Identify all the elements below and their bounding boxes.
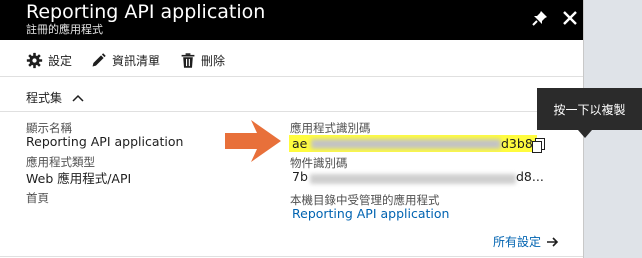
command-bar: 設定 資訊清單 刪除: [0, 44, 583, 77]
blade-title: Reporting API application: [26, 1, 266, 23]
arrow-right-icon: [547, 236, 559, 247]
essentials-divider: [0, 111, 583, 112]
display-name-value: Reporting API application: [26, 134, 184, 149]
manifest-button[interactable]: 資訊清單: [90, 50, 160, 70]
app-id-prefix: ae: [292, 136, 308, 151]
blade-subtitle: 註冊的應用程式: [26, 23, 103, 36]
essentials-toggle[interactable]: 程式集: [26, 89, 84, 106]
tooltip-pointer: [578, 130, 592, 138]
bottom-divider: [0, 256, 583, 257]
manifest-label: 資訊清單: [112, 53, 161, 68]
copy-icon[interactable]: [532, 138, 545, 153]
delete-button[interactable]: 刪除: [180, 50, 225, 70]
object-id-suffix: d8...: [516, 169, 544, 184]
app-type-value: Web 應用程式/API: [26, 171, 132, 186]
app-id-value[interactable]: ae d3b8: [289, 135, 537, 152]
app-registration-blade: Reporting API application 註冊的應用程式 設定 資訊清…: [0, 0, 584, 258]
pin-icon[interactable]: [530, 8, 550, 28]
all-settings-label: 所有設定: [493, 235, 542, 249]
copy-tooltip-text: 按一下以複製: [553, 102, 626, 117]
all-settings-link[interactable]: 所有設定: [493, 233, 559, 250]
settings-button[interactable]: 設定: [26, 50, 72, 70]
redacted-object-id: [310, 174, 516, 184]
essentials-toggle-label: 程式集: [26, 91, 63, 105]
blade-header: Reporting API application 註冊的應用程式: [0, 0, 583, 40]
object-id-prefix: 7b: [292, 169, 308, 184]
managed-app-link[interactable]: Reporting API application: [292, 206, 449, 221]
redacted-app-id: [311, 139, 501, 149]
copy-tooltip: 按一下以複製: [537, 88, 642, 130]
trash-icon: [181, 52, 195, 68]
delete-label: 刪除: [201, 53, 226, 68]
home-page-label: 首頁: [26, 191, 49, 205]
arrow-right-icon: [225, 120, 281, 162]
app-id-suffix: d3b8: [501, 136, 533, 151]
close-icon[interactable]: [560, 8, 580, 28]
chevron-up-icon: [72, 94, 84, 102]
pencil-icon: [92, 52, 106, 66]
gear-icon: [26, 52, 43, 68]
settings-label: 設定: [48, 53, 73, 68]
app-id-label: 應用程式識別碼: [290, 121, 371, 135]
